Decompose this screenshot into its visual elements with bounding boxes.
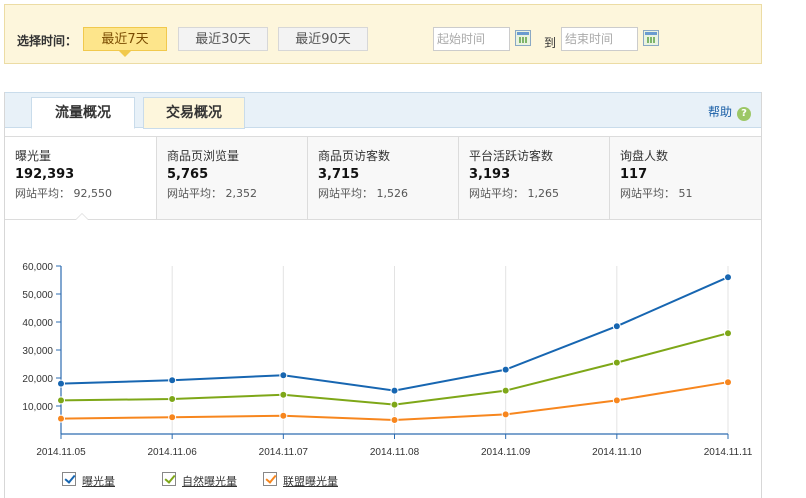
x-tick-label: 2014.11.10	[592, 447, 642, 458]
legend-label: 自然曝光量	[182, 475, 237, 488]
x-tick-label: 2014.11.11	[704, 447, 753, 458]
x-tick-label: 2014.11.09	[481, 447, 531, 458]
data-point	[612, 322, 621, 331]
data-point	[390, 400, 399, 409]
data-point	[279, 371, 288, 380]
data-point	[501, 410, 510, 419]
data-point	[724, 378, 732, 387]
data-point	[279, 390, 288, 399]
data-point	[501, 386, 510, 395]
data-point	[168, 376, 177, 385]
x-tick-label: 2014.11.06	[148, 447, 198, 458]
data-point	[724, 273, 732, 282]
legend-checkbox[interactable]	[62, 472, 76, 486]
data-point	[279, 411, 288, 420]
data-point	[724, 329, 732, 338]
legend-checkbox[interactable]	[162, 472, 176, 486]
data-point	[390, 386, 399, 395]
legend-label: 曝光量	[82, 475, 115, 488]
data-point	[168, 413, 177, 422]
x-tick-label: 2014.11.08	[370, 447, 420, 458]
x-tick-label: 2014.11.05	[36, 447, 86, 458]
y-tick-label: 10,000	[22, 402, 53, 413]
data-point	[390, 416, 399, 424]
exposure-line-chart: 10,000 20,000 30,000 40,000 50,000 60,000 2014…	[22, 262, 753, 458]
data-point	[612, 396, 621, 405]
data-point	[501, 365, 510, 374]
data-point	[168, 395, 177, 403]
data-point	[57, 396, 65, 405]
x-tick-label: 2014.11.07	[259, 447, 309, 458]
legend-checkbox[interactable]	[263, 472, 277, 486]
data-point	[57, 414, 65, 423]
y-tick-label: 20,000	[22, 374, 53, 385]
y-tick-label: 40,000	[22, 318, 53, 329]
y-tick-label: 50,000	[22, 290, 53, 301]
y-tick-label: 30,000	[22, 346, 53, 357]
data-point	[57, 379, 65, 388]
y-tick-label: 60,000	[22, 262, 53, 273]
data-point	[612, 358, 621, 367]
legend-label: 联盟曝光量	[283, 475, 338, 488]
